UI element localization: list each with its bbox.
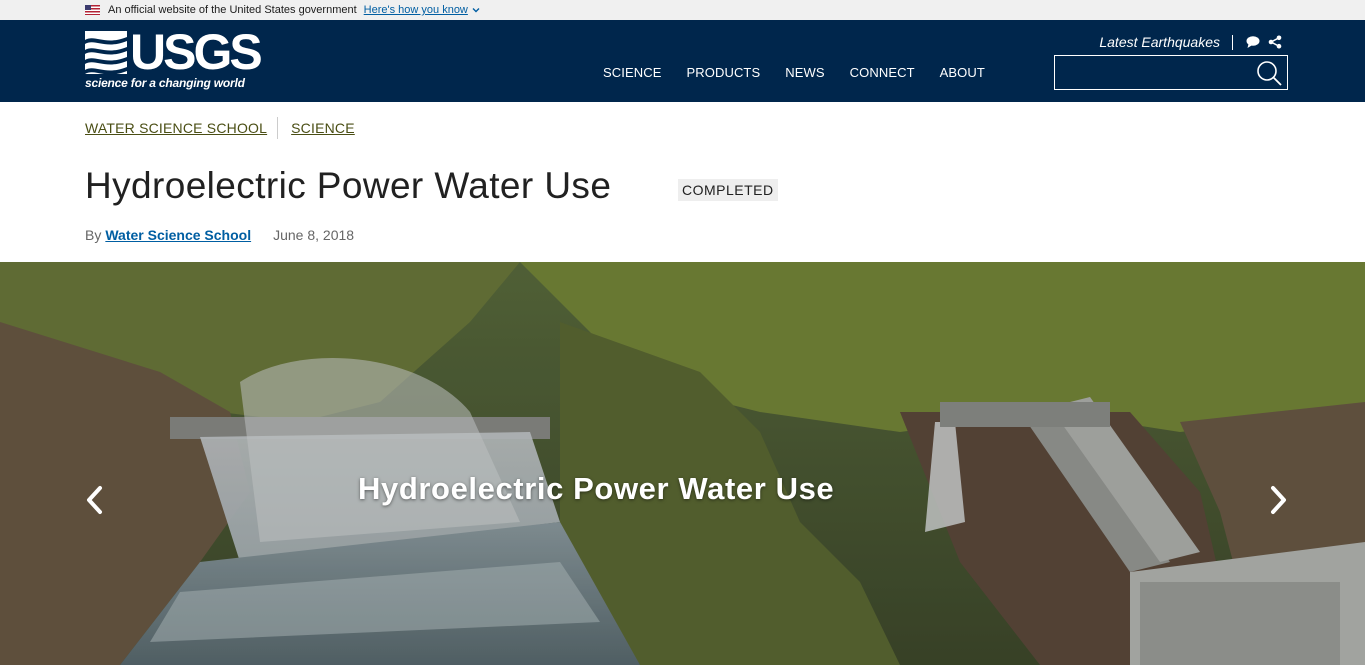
author-link[interactable]: Water Science School [105,227,251,243]
usgs-wave-logo-icon [85,31,127,74]
nav-connect[interactable]: CONNECT [850,65,915,80]
chevron-right-icon[interactable] [1268,484,1290,516]
by-label: By [85,227,102,243]
status-badge: COMPLETED [678,179,778,201]
usgs-logo-text: USGS [130,24,263,80]
usgs-logo[interactable]: USGS science for a changing world [85,24,263,92]
hero-image: Hydroelectric Power Water Use [0,262,1365,665]
gov-banner: An official website of the United States… [0,0,1365,20]
gov-banner-text: An official website of the United States… [108,4,357,16]
nav-news[interactable]: NEWS [785,65,824,80]
chat-icon[interactable] [1246,35,1260,49]
byline: By Water Science School June 8, 2018 [85,227,354,243]
chevron-down-icon [472,8,480,13]
heres-how-you-know-label: Here's how you know [363,4,468,16]
chevron-left-icon[interactable] [83,484,105,516]
hero-caption: Hydroelectric Power Water Use [358,471,835,506]
search-input[interactable] [1055,56,1251,89]
nav-products[interactable]: PRODUCTS [687,65,761,80]
utility-divider [1232,34,1233,50]
page-title: Hydroelectric Power Water Use [85,165,612,206]
site-header: USGS science for a changing world SCIENC… [0,20,1365,102]
utility-links: Latest Earthquakes [1099,34,1288,50]
hydroelectric-dam-photo [0,262,1365,665]
heres-how-you-know-link[interactable]: Here's how you know [364,4,480,16]
breadcrumb-divider [277,117,279,139]
search-box [1054,55,1288,90]
search-icon[interactable] [1255,59,1283,87]
us-flag-icon [85,5,100,15]
publish-date: June 8, 2018 [273,227,355,243]
usgs-tagline: science for a changing world [85,76,245,90]
latest-earthquakes-link[interactable]: Latest Earthquakes [1099,34,1220,50]
nav-science[interactable]: SCIENCE [603,65,662,80]
breadcrumb: WATER SCIENCE SCHOOL SCIENCE [85,117,355,139]
breadcrumb-water-science-school[interactable]: WATER SCIENCE SCHOOL [85,120,267,136]
breadcrumb-science[interactable]: SCIENCE [291,120,355,136]
nav-about[interactable]: ABOUT [940,65,985,80]
share-icon[interactable] [1268,35,1282,49]
main-nav: SCIENCE PRODUCTS NEWS CONNECT ABOUT [603,65,1010,80]
